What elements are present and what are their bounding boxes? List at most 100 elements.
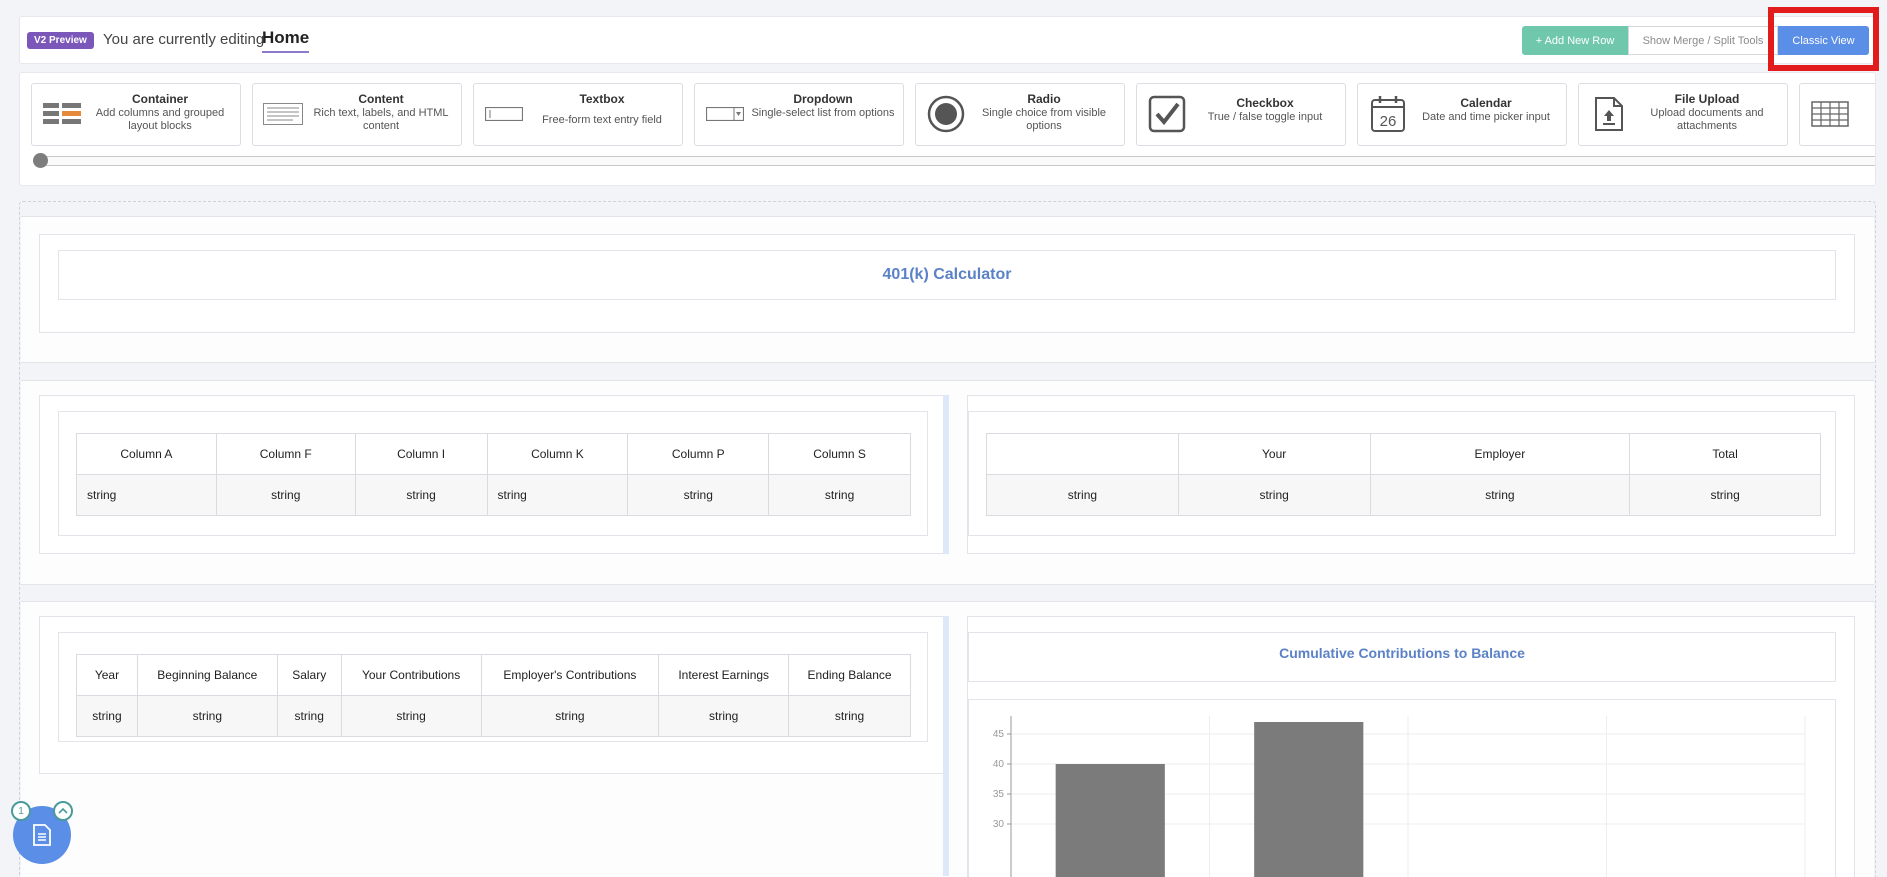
- table-header: Year: [76, 654, 138, 696]
- table-cell[interactable]: string: [788, 695, 911, 737]
- table-header: Column P: [627, 433, 770, 475]
- table-header: Beginning Balance: [136, 654, 278, 696]
- contributions-table: Your Employer Total string string string…: [986, 433, 1821, 516]
- calculator-title: 401(k) Calculator: [882, 266, 1012, 283]
- chart-y-tick-label: 45: [993, 729, 1005, 740]
- editing-label: You are currently editing: [103, 31, 265, 48]
- document-icon: [33, 824, 51, 846]
- table-cell[interactable]: string: [1369, 474, 1631, 516]
- editor-header: V2 Preview You are currently editing Hom…: [19, 16, 1876, 64]
- table-header-row: Your Employer Total: [986, 433, 1821, 475]
- chart-y-tick-label: 30: [993, 819, 1005, 830]
- table-cell[interactable]: string: [215, 474, 356, 516]
- tool-dropdown[interactable]: Dropdown Single-select list from options: [694, 83, 904, 146]
- table-cell[interactable]: string: [480, 695, 660, 737]
- tool-label: Textbox: [579, 92, 625, 106]
- table-cell[interactable]: string: [768, 474, 911, 516]
- table-header: Ending Balance: [788, 654, 911, 696]
- chart-block[interactable]: 45 40 35 30: [968, 699, 1836, 877]
- tool-textbox[interactable]: Textbox Free-form text entry field: [473, 83, 683, 146]
- tool-label: Checkbox: [1236, 96, 1294, 110]
- tool-radio[interactable]: Radio Single choice from visible options: [915, 83, 1125, 146]
- tool-file-upload[interactable]: File Upload Upload documents and attachm…: [1578, 83, 1788, 146]
- row-tables[interactable]: Column A Column F Column I Column K Colu…: [21, 380, 1874, 585]
- table-cell[interactable]: string: [76, 695, 138, 737]
- table-header: Interest Earnings: [658, 654, 790, 696]
- yearly-breakdown-table: Year Beginning Balance Salary Your Contr…: [76, 654, 911, 737]
- table-header: [986, 433, 1179, 475]
- table-icon: [1808, 92, 1852, 136]
- title-cell[interactable]: 401(k) Calculator: [39, 234, 1855, 333]
- left-table-cell[interactable]: Column A Column F Column I Column K Colu…: [39, 395, 944, 554]
- tool-description: Single-select list from options: [751, 107, 895, 119]
- highlight-annotation: [1768, 7, 1879, 71]
- tool-table[interactable]: [1799, 83, 1875, 146]
- breakdown-table-cell[interactable]: Year Beginning Balance Salary Your Contr…: [39, 616, 944, 774]
- table-header: Column F: [215, 433, 356, 475]
- table-cell[interactable]: string: [486, 474, 629, 516]
- table-cell[interactable]: string: [136, 695, 278, 737]
- column-resize-handle[interactable]: [943, 395, 949, 554]
- component-toolbox: Container Add columns and grouped layout…: [19, 72, 1876, 186]
- tool-checkbox[interactable]: Checkbox True / false toggle input: [1136, 83, 1346, 146]
- chart-bar[interactable]: [1254, 722, 1364, 877]
- table-cell[interactable]: string: [658, 695, 790, 737]
- tool-container[interactable]: Container Add columns and grouped layout…: [31, 83, 241, 146]
- table-cell[interactable]: string: [276, 695, 342, 737]
- table-header: Column S: [768, 433, 911, 475]
- table-cell[interactable]: string: [986, 474, 1179, 516]
- row-title[interactable]: 401(k) Calculator: [21, 216, 1874, 363]
- calendar-icon-text: 26: [1380, 113, 1397, 130]
- container-icon: [40, 92, 84, 136]
- breakdown-table-block[interactable]: Year Beginning Balance Salary Your Contr…: [58, 632, 928, 742]
- table-cell[interactable]: string: [354, 474, 488, 516]
- cumulative-contributions-chart: 45 40 35 30: [993, 716, 1806, 877]
- tool-description: Free-form text entry field: [542, 114, 662, 126]
- merge-split-tools-button[interactable]: Show Merge / Split Tools: [1628, 26, 1778, 55]
- page-name-tab[interactable]: Home: [262, 28, 310, 53]
- radio-icon: [924, 92, 968, 136]
- tool-description: Rich text, labels, and HTML content: [313, 107, 449, 132]
- table-row: string string string string string strin…: [76, 474, 911, 516]
- columns-table: Column A Column F Column I Column K Colu…: [76, 433, 911, 516]
- left-table-block[interactable]: Column A Column F Column I Column K Colu…: [58, 411, 928, 536]
- tool-content[interactable]: Content Rich text, labels, and HTML cont…: [252, 83, 462, 146]
- row-breakdown[interactable]: Year Beginning Balance Salary Your Contr…: [21, 601, 1874, 877]
- table-header-row: Column A Column F Column I Column K Colu…: [76, 433, 911, 475]
- checkbox-icon: [1145, 92, 1189, 136]
- add-new-row-button[interactable]: + Add New Row: [1522, 26, 1628, 55]
- column-resize-handle[interactable]: [943, 616, 949, 876]
- table-cell[interactable]: string: [1629, 474, 1821, 516]
- tool-calendar[interactable]: 26 Calendar Date and time picker input: [1357, 83, 1567, 146]
- toolbox-scroll-thumb[interactable]: [33, 153, 48, 168]
- table-header: Employer's Contributions: [480, 654, 660, 696]
- tool-description: Add columns and grouped layout blocks: [95, 107, 225, 132]
- chart-cell[interactable]: Cumulative Contributions to Balance 45 40…: [967, 616, 1855, 877]
- table-header-row: Year Beginning Balance Salary Your Contr…: [76, 654, 911, 696]
- table-header: Column A: [76, 433, 217, 475]
- textbox-icon: [482, 92, 526, 136]
- chevron-up-icon[interactable]: [53, 801, 73, 821]
- tool-description: Single choice from visible options: [981, 107, 1107, 132]
- table-header: Your Contributions: [340, 654, 482, 696]
- right-table-cell[interactable]: Your Employer Total string string string…: [967, 395, 1855, 554]
- table-cell[interactable]: string: [340, 695, 482, 737]
- tool-description: True / false toggle input: [1207, 111, 1323, 123]
- chart-y-tick-label: 40: [993, 759, 1005, 770]
- tool-label: Radio: [1027, 92, 1061, 106]
- chart-title-block[interactable]: Cumulative Contributions to Balance: [968, 632, 1836, 682]
- chart-bar[interactable]: [1055, 764, 1165, 877]
- table-header: Your: [1177, 433, 1371, 475]
- right-table-block[interactable]: Your Employer Total string string string…: [968, 411, 1836, 536]
- v2-preview-badge: V2 Preview: [27, 32, 94, 49]
- table-cell[interactable]: string: [627, 474, 770, 516]
- chart-title: Cumulative Contributions to Balance: [1279, 645, 1525, 661]
- table-cell[interactable]: string: [76, 474, 217, 516]
- toolbox-scroll-track[interactable]: [34, 156, 1875, 166]
- dropdown-icon: [703, 92, 747, 136]
- title-content-block[interactable]: 401(k) Calculator: [58, 250, 1836, 300]
- calendar-icon: 26: [1366, 92, 1410, 136]
- table-row: string string string string string strin…: [76, 695, 911, 737]
- fab-count-badge: 1: [11, 801, 31, 821]
- table-cell[interactable]: string: [1177, 474, 1371, 516]
